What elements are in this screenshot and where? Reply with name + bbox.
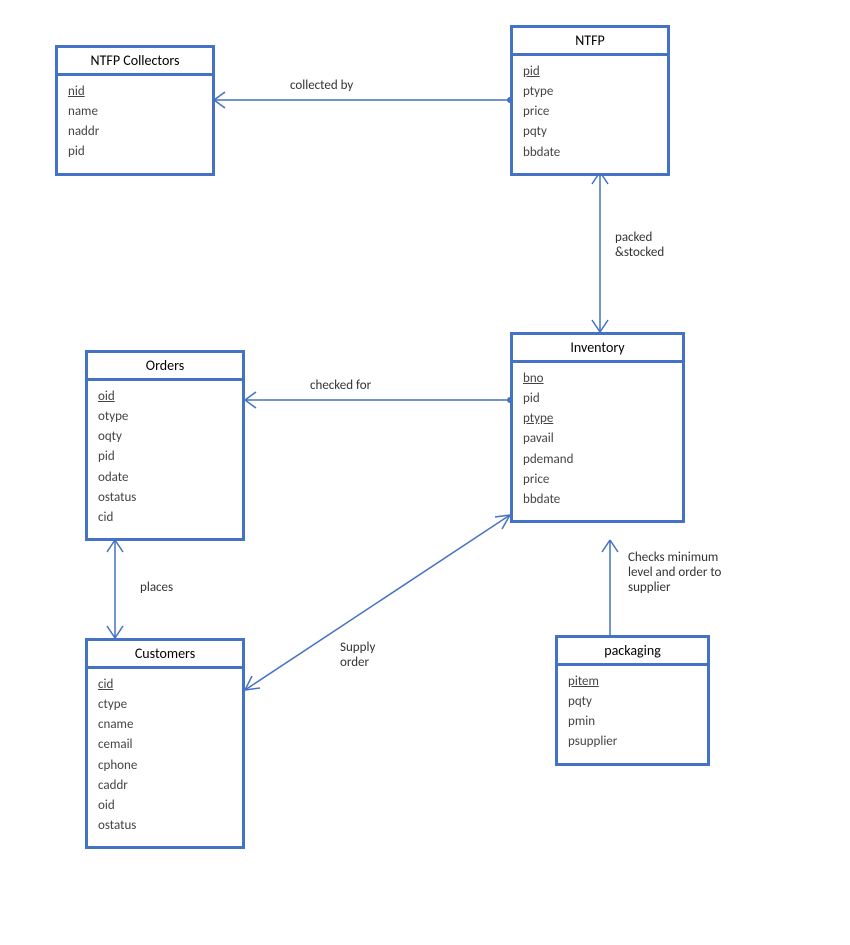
attr-cphone: cphone xyxy=(98,756,232,776)
entity-attrs: pid ptype price pqty bbdate xyxy=(513,56,667,173)
attr-pitem: pitem xyxy=(568,672,697,692)
entity-title: NTFP Collectors xyxy=(58,48,212,76)
attr-cid: cid xyxy=(98,508,232,528)
entity-attrs: bno pid ptype pavail pdemand price bbdat… xyxy=(513,363,682,520)
entity-ntfp: NTFP pid ptype price pqty bbdate xyxy=(510,25,670,176)
entity-ntfp-collectors: NTFP Collectors nid name naddr pid xyxy=(55,45,215,176)
attr-pmin: pmin xyxy=(568,712,697,732)
rel-places: places xyxy=(140,580,173,595)
attr-price: price xyxy=(523,470,672,490)
attr-otype: otype xyxy=(98,407,232,427)
attr-pqty: pqty xyxy=(523,122,657,142)
attr-caddr: caddr xyxy=(98,776,232,796)
attr-pqty: pqty xyxy=(568,692,697,712)
attr-pid: pid xyxy=(98,447,232,467)
rel-checked-for: checked for xyxy=(310,378,371,393)
entity-title: Inventory xyxy=(513,335,682,363)
rel-checks-min: Checks minimum level and order to suppli… xyxy=(628,550,721,595)
attr-pdemand: pdemand xyxy=(523,450,672,470)
attr-ostatus: ostatus xyxy=(98,488,232,508)
entity-orders: Orders oid otype oqty pid odate ostatus … xyxy=(85,350,245,541)
er-diagram: NTFP Collectors nid name naddr pid NTFP … xyxy=(0,0,850,945)
entity-attrs: nid name naddr pid xyxy=(58,76,212,173)
attr-pavail: pavail xyxy=(523,429,672,449)
entity-attrs: cid ctype cname cemail cphone caddr oid … xyxy=(88,669,242,846)
entity-attrs: pitem pqty pmin psupplier xyxy=(558,666,707,763)
entity-title: packaging xyxy=(558,638,707,666)
attr-pid: pid xyxy=(68,142,202,162)
attr-price: price xyxy=(523,102,657,122)
entity-attrs: oid otype oqty pid odate ostatus cid xyxy=(88,381,242,538)
attr-ptype: ptype xyxy=(523,82,657,102)
entity-title: Customers xyxy=(88,641,242,669)
rel-collected-by: collected by xyxy=(290,78,353,93)
attr-psupplier: psupplier xyxy=(568,732,697,752)
attr-naddr: naddr xyxy=(68,122,202,142)
entity-title: NTFP xyxy=(513,28,667,56)
attr-bbdate: bbdate xyxy=(523,490,672,510)
entity-title: Orders xyxy=(88,353,242,381)
attr-cid: cid xyxy=(98,675,232,695)
entity-packaging: packaging pitem pqty pmin psupplier xyxy=(555,635,710,766)
attr-bbdate: bbdate xyxy=(523,143,657,163)
attr-cname: cname xyxy=(98,715,232,735)
attr-odate: odate xyxy=(98,468,232,488)
attr-cemail: cemail xyxy=(98,735,232,755)
attr-oid: oid xyxy=(98,796,232,816)
rel-packed-stocked: packed &stocked xyxy=(615,230,664,260)
attr-ctype: ctype xyxy=(98,695,232,715)
attr-pid: pid xyxy=(523,389,672,409)
entity-customers: Customers cid ctype cname cemail cphone … xyxy=(85,638,245,849)
attr-oqty: oqty xyxy=(98,427,232,447)
attr-ostatus: ostatus xyxy=(98,816,232,836)
attr-pid: pid xyxy=(523,62,657,82)
attr-nid: nid xyxy=(68,82,202,102)
attr-name: name xyxy=(68,102,202,122)
attr-ptype: ptype xyxy=(523,409,672,429)
attr-oid: oid xyxy=(98,387,232,407)
entity-inventory: Inventory bno pid ptype pavail pdemand p… xyxy=(510,332,685,523)
rel-supply-order: Supply order xyxy=(340,640,375,670)
attr-bno: bno xyxy=(523,369,672,389)
